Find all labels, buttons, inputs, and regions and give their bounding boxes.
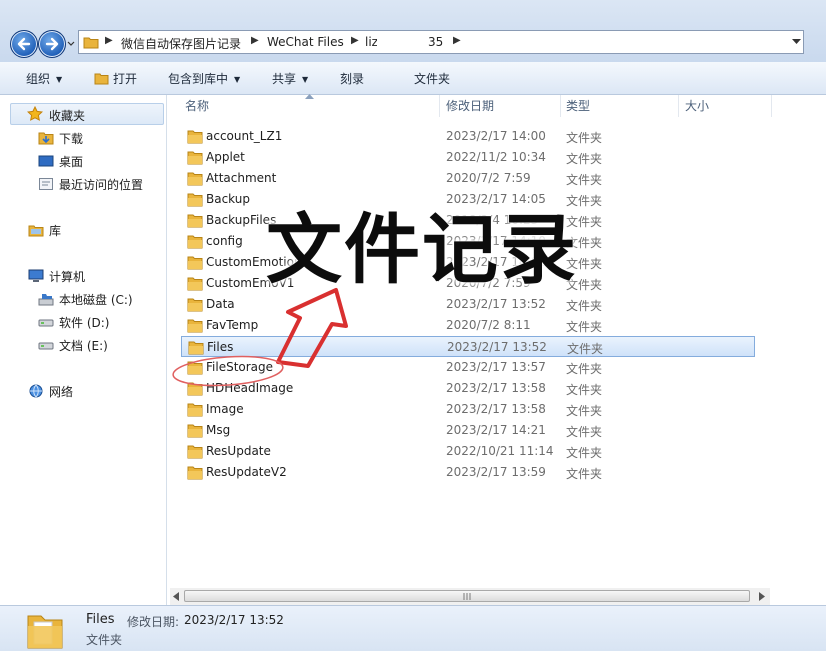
red-arrow-annotation — [276, 288, 348, 368]
red-circle-annotation — [172, 355, 284, 387]
annotation-layer — [172, 288, 348, 387]
